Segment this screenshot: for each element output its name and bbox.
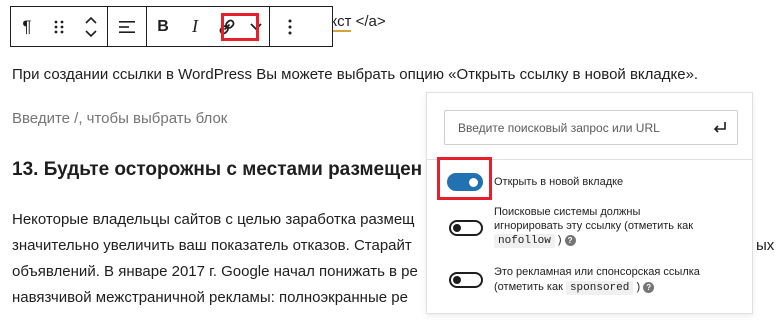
bold-button[interactable]: B (147, 7, 179, 46)
move-up-down-button[interactable] (75, 7, 107, 46)
body-overflow-text: ых (756, 237, 775, 254)
open-new-tab-label[interactable]: Открыть в новой вкладке (494, 175, 623, 189)
nofollow-suffix: ) (557, 234, 562, 246)
link-closing-tag: </a> (351, 13, 386, 30)
nofollow-toggle[interactable] (449, 220, 483, 236)
sponsored-prefix[interactable]: (отметить как (494, 281, 563, 293)
paragraph-1[interactable]: При создании ссылки в WordPress Вы может… (12, 60, 698, 89)
italic-button[interactable]: I (179, 7, 211, 46)
body-line-3[interactable]: объявлений. В январе 2017 г. Google нача… (12, 257, 418, 286)
sponsored-toggle[interactable] (449, 272, 483, 288)
nofollow-code: nofollow (494, 234, 555, 248)
align-button[interactable] (108, 7, 146, 46)
nofollow-label-line-3: nofollow ) ? (494, 233, 576, 248)
more-vertical-icon (288, 19, 292, 34)
sponsored-label-line-1[interactable]: Это рекламная или спонсорская ссылка (494, 265, 700, 279)
drag-handle-icon (54, 20, 64, 33)
help-icon[interactable]: ? (564, 234, 576, 246)
paragraph-icon: ¶ (22, 16, 32, 36)
help-icon[interactable]: ? (643, 281, 655, 293)
section-heading[interactable]: 13. Будьте осторожны с местами размещен (12, 157, 422, 183)
nofollow-label-line-1[interactable]: Поисковые системы должны (494, 205, 640, 219)
submit-enter-icon[interactable] (711, 119, 729, 137)
body-line-4[interactable]: навязчивой межстраничной рекламы: полноэ… (12, 283, 408, 312)
block-placeholder[interactable]: Введите /, чтобы выбрать блок (12, 104, 227, 133)
toggle-highlight (437, 157, 492, 200)
url-search-box (444, 110, 738, 145)
toggle-knob (453, 224, 461, 232)
sponsored-suffix: ) (636, 281, 641, 293)
nofollow-label-line-2[interactable]: игнорировать эту ссылку (отметить как (494, 219, 693, 233)
align-left-icon (119, 20, 135, 33)
body-line-2[interactable]: значительно увеличить ваш показатель отк… (12, 231, 412, 260)
url-search-input[interactable] (445, 111, 708, 144)
toolbar-group-block: ¶ (11, 7, 108, 46)
sponsored-label-line-2: (отметить как sponsored ) ? (494, 280, 655, 295)
toolbar-group-options (270, 7, 310, 46)
paragraph-block-button[interactable]: ¶ (11, 7, 43, 46)
block-toolbar: ¶ B I (10, 6, 333, 47)
drag-handle[interactable] (43, 7, 75, 46)
toggle-knob (453, 276, 461, 284)
options-button[interactable] (270, 7, 310, 46)
body-line-1[interactable]: Некоторые владельцы сайтов с целью зараб… (12, 205, 415, 234)
toolbar-group-align (108, 7, 147, 46)
link-button-highlight (221, 13, 259, 41)
chevron-up-down-icon (85, 16, 97, 37)
sponsored-code: sponsored (565, 281, 634, 295)
